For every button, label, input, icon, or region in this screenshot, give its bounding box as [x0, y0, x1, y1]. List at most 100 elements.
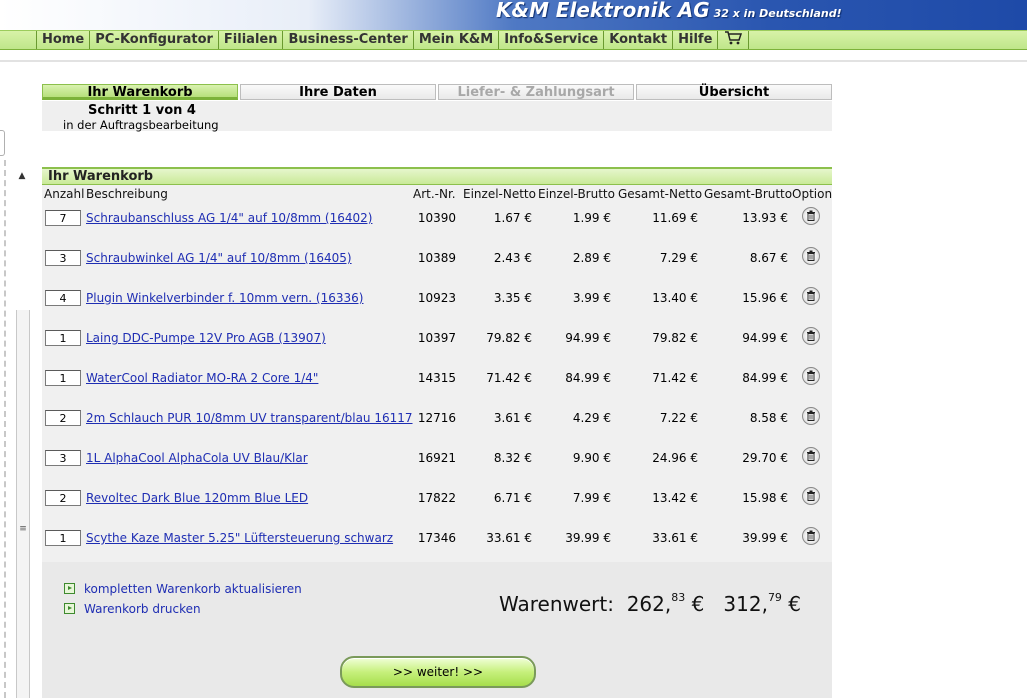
left-frame-edge — [0, 130, 5, 156]
trash-icon[interactable] — [802, 447, 820, 465]
scrollbar-grip-icon: ≡ — [19, 524, 27, 534]
brand-name: K&M Elektronik AG — [496, 0, 710, 22]
table-row: Schraubanschluss AG 1/4" auf 10/8mm (164… — [42, 202, 832, 242]
shopping-cart-icon — [723, 31, 743, 51]
product-link[interactable]: 1L AlphaCool AlphaCola UV Blau/Klar — [86, 451, 308, 465]
step-subtitle: in der Auftragsbearbeitung — [63, 118, 219, 132]
trash-icon[interactable] — [802, 207, 820, 225]
total-net-price: 79.82 € — [652, 331, 698, 345]
trash-icon[interactable] — [802, 287, 820, 305]
article-number: 12716 — [417, 411, 456, 425]
unit-net-price: 79.82 € — [486, 331, 532, 345]
scrollbar-thumb[interactable]: ≡ — [16, 310, 30, 698]
total-gross-price: 15.96 € — [742, 291, 788, 305]
nav-business-center[interactable]: Business-Center — [282, 31, 412, 49]
nav-info-service[interactable]: Info&Service — [498, 31, 603, 49]
quantity-input[interactable] — [45, 330, 81, 346]
quantity-input[interactable] — [45, 490, 81, 506]
nav-pc-konfigurator[interactable]: PC-Konfigurator — [89, 31, 218, 49]
nav-hilfe[interactable]: Hilfe — [672, 31, 717, 49]
col-header-gesamt-brutto: Gesamt-Brutto — [704, 187, 793, 201]
product-link[interactable]: Scythe Kaze Master 5.25" Lüftersteuerung… — [86, 531, 393, 545]
header-banner: K&M Elektronik AG 32 x in Deutschland! — [0, 0, 1027, 30]
nav-kontakt[interactable]: Kontakt — [603, 31, 672, 49]
next-button[interactable]: >> weiter! >> — [340, 656, 536, 688]
col-header-option: Option — [792, 187, 833, 201]
product-link[interactable]: 2m Schlauch PUR 10/8mm UV transparent/bl… — [86, 411, 413, 425]
trash-icon[interactable] — [802, 407, 820, 425]
col-header-beschreibung: Beschreibung — [86, 187, 168, 201]
checkout-steps: Ihr Warenkorb Ihre Daten Liefer- & Zahlu… — [42, 84, 832, 100]
unit-gross-price: 7.99 € — [572, 491, 611, 505]
quantity-input[interactable] — [45, 450, 81, 466]
table-row: WaterCool Radiator MO-RA 2 Core 1/4" 1431… — [42, 362, 832, 402]
trash-icon[interactable] — [802, 367, 820, 385]
trash-icon[interactable] — [802, 487, 820, 505]
unit-gross-price: 39.99 € — [565, 531, 611, 545]
table-row: 1L AlphaCool AlphaCola UV Blau/Klar 16921… — [42, 442, 832, 482]
product-link[interactable]: Schraubwinkel AG 1/4" auf 10/8mm (16405) — [86, 251, 352, 265]
main-nav: Home PC-Konfigurator Filialen Business-C… — [0, 30, 1027, 50]
col-header-einzel-netto: Einzel-Netto — [463, 187, 536, 201]
quantity-input[interactable] — [45, 370, 81, 386]
quantity-input[interactable] — [45, 290, 81, 306]
quantity-input[interactable] — [45, 210, 81, 226]
unit-gross-price: 2.89 € — [572, 251, 611, 265]
trash-icon[interactable] — [802, 327, 820, 345]
trash-icon[interactable] — [802, 527, 820, 545]
product-link[interactable]: Schraubanschluss AG 1/4" auf 10/8mm (164… — [86, 211, 372, 225]
cart-total: Warenwert: 262,83 € 312,79 € — [499, 591, 801, 616]
col-header-anzahl: Anzahl — [44, 187, 85, 201]
total-gross-price: 13.93 € — [742, 211, 788, 225]
arrow-bullet-icon — [64, 603, 75, 614]
table-row: Laing DDC-Pumpe 12V Pro AGB (13907) 10397… — [42, 322, 832, 362]
unit-net-price: 33.61 € — [486, 531, 532, 545]
total-net-price: 71.42 € — [652, 371, 698, 385]
nav-mein-km[interactable]: Mein K&M — [412, 31, 498, 49]
tab-uebersicht[interactable]: Übersicht — [636, 84, 832, 100]
unit-gross-price: 1.99 € — [572, 211, 611, 225]
total-net-price: 11.69 € — [652, 211, 698, 225]
total-net-price: 7.22 € — [659, 411, 698, 425]
quantity-input[interactable] — [45, 250, 81, 266]
nav-cart[interactable] — [717, 31, 750, 51]
page-scrollbar[interactable]: ▲ ≡ — [14, 168, 30, 698]
product-link[interactable]: Plugin Winkelverbinder f. 10mm vern. (16… — [86, 291, 363, 305]
total-net-price: 33.61 € — [652, 531, 698, 545]
step-counter: Schritt 1 von 4 — [88, 103, 196, 118]
article-number: 10923 — [417, 291, 456, 305]
table-row: Plugin Winkelverbinder f. 10mm vern. (16… — [42, 282, 832, 322]
article-number: 17822 — [417, 491, 456, 505]
table-row: 2m Schlauch PUR 10/8mm UV transparent/bl… — [42, 402, 832, 442]
unit-net-price: 2.43 € — [493, 251, 532, 265]
product-link[interactable]: WaterCool Radiator MO-RA 2 Core 1/4" — [86, 371, 318, 385]
brand-logo[interactable]: K&M Elektronik AG 32 x in Deutschland! — [496, 0, 842, 22]
tab-ihre-daten[interactable]: Ihre Daten — [240, 84, 436, 100]
article-number: 10389 — [417, 251, 456, 265]
total-netto: 262,83 € — [626, 591, 705, 616]
total-gross-price: 84.99 € — [742, 371, 788, 385]
cart-title: Ihr Warenkorb — [48, 169, 154, 184]
total-net-price: 13.40 € — [652, 291, 698, 305]
product-link[interactable]: Laing DDC-Pumpe 12V Pro AGB (13907) — [86, 331, 326, 345]
unit-net-price: 3.61 € — [493, 411, 532, 425]
unit-net-price: 1.67 € — [493, 211, 532, 225]
total-net-price: 7.29 € — [659, 251, 698, 265]
total-gross-price: 8.67 € — [749, 251, 788, 265]
arrow-bullet-icon — [64, 583, 75, 594]
tab-warenkorb[interactable]: Ihr Warenkorb — [42, 84, 238, 100]
product-link[interactable]: Revoltec Dark Blue 120mm Blue LED — [86, 491, 308, 505]
unit-gross-price: 84.99 € — [565, 371, 611, 385]
tab-liefer-zahlungsart: Liefer- & Zahlungsart — [438, 84, 634, 100]
scroll-up-arrow-icon[interactable]: ▲ — [14, 168, 30, 184]
col-header-gesamt-netto: Gesamt-Netto — [618, 187, 703, 201]
unit-gross-price: 4.29 € — [572, 411, 611, 425]
quantity-input[interactable] — [45, 410, 81, 426]
trash-icon[interactable] — [802, 247, 820, 265]
update-cart-label: kompletten Warenkorb aktualisieren — [84, 582, 302, 596]
total-label: Warenwert: — [499, 592, 614, 616]
unit-gross-price: 94.99 € — [565, 331, 611, 345]
quantity-input[interactable] — [45, 530, 81, 546]
nav-filialen[interactable]: Filialen — [217, 31, 283, 49]
nav-home[interactable]: Home — [36, 31, 89, 49]
